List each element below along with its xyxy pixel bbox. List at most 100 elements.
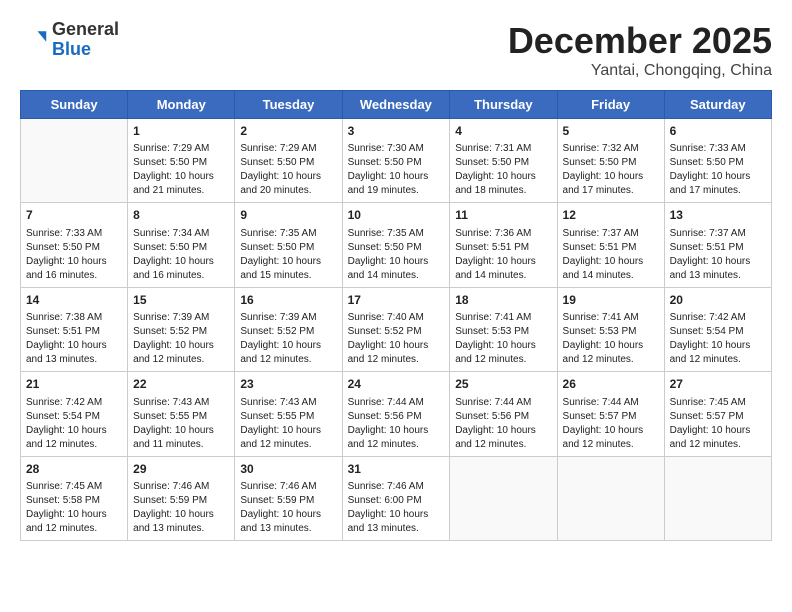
cell-content: Sunrise: 7:39 AM Sunset: 5:52 PM Dayligh…	[133, 311, 229, 367]
day-number: 30	[240, 461, 336, 478]
day-number: 5	[563, 123, 659, 140]
logo-text: General Blue	[52, 20, 119, 60]
cell-content: Sunrise: 7:43 AM Sunset: 5:55 PM Dayligh…	[133, 396, 229, 452]
cell-content: Sunrise: 7:38 AM Sunset: 5:51 PM Dayligh…	[26, 311, 122, 367]
calendar-cell: 23 Sunrise: 7:43 AM Sunset: 5:55 PM Dayli…	[235, 372, 342, 456]
cell-content: Sunrise: 7:46 AM Sunset: 6:00 PM Dayligh…	[348, 480, 445, 536]
calendar-cell: 3 Sunrise: 7:30 AM Sunset: 5:50 PM Daylig…	[342, 119, 450, 203]
cell-content: Sunrise: 7:29 AM Sunset: 5:50 PM Dayligh…	[240, 142, 336, 198]
cell-content: Sunrise: 7:33 AM Sunset: 5:50 PM Dayligh…	[26, 227, 122, 283]
calendar-cell	[450, 456, 557, 540]
cell-content: Sunrise: 7:43 AM Sunset: 5:55 PM Dayligh…	[240, 396, 336, 452]
weekday-header: Wednesday	[342, 91, 450, 119]
day-number: 8	[133, 207, 229, 224]
calendar-cell: 30 Sunrise: 7:46 AM Sunset: 5:59 PM Dayli…	[235, 456, 342, 540]
calendar-cell	[664, 456, 771, 540]
calendar-cell: 4Sunrise: 7:31 AM Sunset: 5:50 PM Daylig…	[450, 119, 557, 203]
calendar-cell	[557, 456, 664, 540]
calendar-cell: 6 Sunrise: 7:33 AM Sunset: 5:50 PM Daylig…	[664, 119, 771, 203]
calendar-cell: 27 Sunrise: 7:45 AM Sunset: 5:57 PM Dayli…	[664, 372, 771, 456]
weekday-header: Monday	[128, 91, 235, 119]
cell-content: Sunrise: 7:46 AM Sunset: 5:59 PM Dayligh…	[240, 480, 336, 536]
calendar-table: SundayMondayTuesdayWednesdayThursdayFrid…	[20, 90, 772, 541]
calendar-cell: 2Sunrise: 7:29 AM Sunset: 5:50 PM Daylig…	[235, 119, 342, 203]
day-number: 27	[670, 376, 766, 393]
day-number: 28	[26, 461, 122, 478]
location-subtitle: Yantai, Chongqing, China	[508, 62, 772, 80]
calendar-cell: 10Sunrise: 7:35 AM Sunset: 5:50 PM Dayli…	[342, 203, 450, 287]
day-number: 16	[240, 292, 336, 309]
logo-blue: Blue	[52, 40, 119, 60]
title-block: December 2025 Yantai, Chongqing, China	[508, 20, 772, 80]
calendar-cell: 5 Sunrise: 7:32 AM Sunset: 5:50 PM Daylig…	[557, 119, 664, 203]
day-number: 11	[455, 207, 551, 224]
logo-general: General	[52, 20, 119, 40]
calendar-cell: 21Sunrise: 7:42 AM Sunset: 5:54 PM Dayli…	[21, 372, 128, 456]
day-number: 21	[26, 376, 122, 393]
cell-content: Sunrise: 7:34 AM Sunset: 5:50 PM Dayligh…	[133, 227, 229, 283]
weekday-header: Thursday	[450, 91, 557, 119]
calendar-cell: 12 Sunrise: 7:37 AM Sunset: 5:51 PM Dayli…	[557, 203, 664, 287]
calendar-cell: 28 Sunrise: 7:45 AM Sunset: 5:58 PM Dayli…	[21, 456, 128, 540]
cell-content: Sunrise: 7:36 AM Sunset: 5:51 PM Dayligh…	[455, 227, 551, 283]
cell-content: Sunrise: 7:41 AM Sunset: 5:53 PM Dayligh…	[563, 311, 659, 367]
weekday-header: Tuesday	[235, 91, 342, 119]
cell-content: Sunrise: 7:37 AM Sunset: 5:51 PM Dayligh…	[670, 227, 766, 283]
calendar-cell: 13 Sunrise: 7:37 AM Sunset: 5:51 PM Dayli…	[664, 203, 771, 287]
calendar-cell: 24Sunrise: 7:44 AM Sunset: 5:56 PM Dayli…	[342, 372, 450, 456]
day-number: 31	[348, 461, 445, 478]
logo-icon	[20, 26, 48, 54]
calendar-cell: 20 Sunrise: 7:42 AM Sunset: 5:54 PM Dayli…	[664, 287, 771, 371]
calendar-cell: 7 Sunrise: 7:33 AM Sunset: 5:50 PM Daylig…	[21, 203, 128, 287]
day-number: 13	[670, 207, 766, 224]
cell-content: Sunrise: 7:44 AM Sunset: 5:57 PM Dayligh…	[563, 396, 659, 452]
cell-content: Sunrise: 7:37 AM Sunset: 5:51 PM Dayligh…	[563, 227, 659, 283]
cell-content: Sunrise: 7:45 AM Sunset: 5:57 PM Dayligh…	[670, 396, 766, 452]
calendar-cell: 15Sunrise: 7:39 AM Sunset: 5:52 PM Dayli…	[128, 287, 235, 371]
day-number: 26	[563, 376, 659, 393]
calendar-cell: 19 Sunrise: 7:41 AM Sunset: 5:53 PM Dayli…	[557, 287, 664, 371]
day-number: 17	[348, 292, 445, 309]
calendar-cell: 1 Sunrise: 7:29 AM Sunset: 5:50 PM Daylig…	[128, 119, 235, 203]
cell-content: Sunrise: 7:41 AM Sunset: 5:53 PM Dayligh…	[455, 311, 551, 367]
day-number: 3	[348, 123, 445, 140]
cell-content: Sunrise: 7:29 AM Sunset: 5:50 PM Dayligh…	[133, 142, 229, 198]
calendar-cell: 17Sunrise: 7:40 AM Sunset: 5:52 PM Dayli…	[342, 287, 450, 371]
calendar-cell: 11 Sunrise: 7:36 AM Sunset: 5:51 PM Dayli…	[450, 203, 557, 287]
day-number: 20	[670, 292, 766, 309]
cell-content: Sunrise: 7:45 AM Sunset: 5:58 PM Dayligh…	[26, 480, 122, 536]
cell-content: Sunrise: 7:33 AM Sunset: 5:50 PM Dayligh…	[670, 142, 766, 198]
cell-content: Sunrise: 7:32 AM Sunset: 5:50 PM Dayligh…	[563, 142, 659, 198]
calendar-cell: 26 Sunrise: 7:44 AM Sunset: 5:57 PM Dayli…	[557, 372, 664, 456]
cell-content: Sunrise: 7:44 AM Sunset: 5:56 PM Dayligh…	[455, 396, 551, 452]
calendar-cell: 16 Sunrise: 7:39 AM Sunset: 5:52 PM Dayli…	[235, 287, 342, 371]
day-number: 22	[133, 376, 229, 393]
calendar-cell: 9 Sunrise: 7:35 AM Sunset: 5:50 PM Daylig…	[235, 203, 342, 287]
day-number: 7	[26, 207, 122, 224]
weekday-header: Sunday	[21, 91, 128, 119]
day-number: 23	[240, 376, 336, 393]
day-number: 29	[133, 461, 229, 478]
day-number: 19	[563, 292, 659, 309]
calendar-cell: 18 Sunrise: 7:41 AM Sunset: 5:53 PM Dayli…	[450, 287, 557, 371]
calendar-cell: 31 Sunrise: 7:46 AM Sunset: 6:00 PM Dayli…	[342, 456, 450, 540]
calendar-cell: 25Sunrise: 7:44 AM Sunset: 5:56 PM Dayli…	[450, 372, 557, 456]
day-number: 9	[240, 207, 336, 224]
calendar-cell: 8 Sunrise: 7:34 AM Sunset: 5:50 PM Daylig…	[128, 203, 235, 287]
calendar-cell: 29Sunrise: 7:46 AM Sunset: 5:59 PM Dayli…	[128, 456, 235, 540]
cell-content: Sunrise: 7:35 AM Sunset: 5:50 PM Dayligh…	[240, 227, 336, 283]
month-title: December 2025	[508, 20, 772, 62]
weekday-header: Friday	[557, 91, 664, 119]
day-number: 24	[348, 376, 445, 393]
calendar-cell: 22 Sunrise: 7:43 AM Sunset: 5:55 PM Dayli…	[128, 372, 235, 456]
day-number: 6	[670, 123, 766, 140]
cell-content: Sunrise: 7:30 AM Sunset: 5:50 PM Dayligh…	[348, 142, 445, 198]
logo: General Blue	[20, 20, 119, 60]
calendar-cell	[21, 119, 128, 203]
calendar-cell: 14Sunrise: 7:38 AM Sunset: 5:51 PM Dayli…	[21, 287, 128, 371]
day-number: 12	[563, 207, 659, 224]
day-number: 18	[455, 292, 551, 309]
day-number: 1	[133, 123, 229, 140]
cell-content: Sunrise: 7:42 AM Sunset: 5:54 PM Dayligh…	[670, 311, 766, 367]
cell-content: Sunrise: 7:39 AM Sunset: 5:52 PM Dayligh…	[240, 311, 336, 367]
